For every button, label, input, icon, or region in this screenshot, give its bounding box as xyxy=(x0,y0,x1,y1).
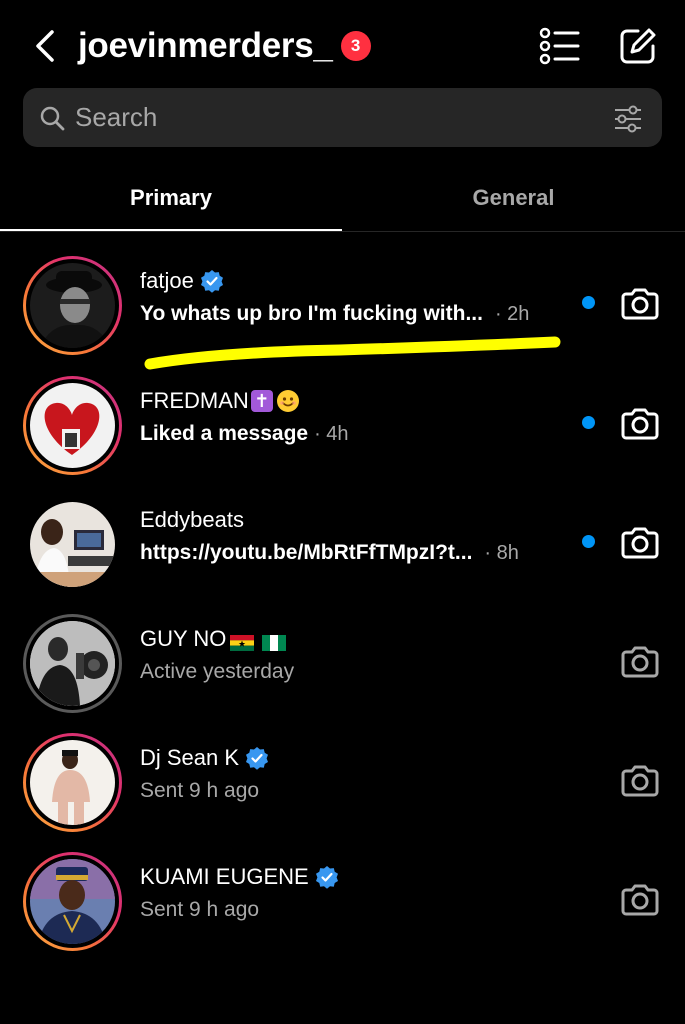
unread-dot xyxy=(582,416,595,429)
notification-badge: 3 xyxy=(340,31,371,61)
avatar-photo xyxy=(30,263,115,348)
avatar[interactable] xyxy=(23,852,122,951)
message-preview: Sent 9 h ago xyxy=(140,779,260,802)
thread-name-line: Dj Sean K xyxy=(140,745,269,771)
verified-badge-icon xyxy=(315,866,338,889)
thread-name: GUY NO xyxy=(140,626,227,651)
avatar-photo xyxy=(30,621,115,706)
thread-preview-line: Sent 9 h ago xyxy=(140,779,259,803)
thread-name: KUAMI EUGENE xyxy=(140,864,309,889)
thread-preview-line: Liked a message · 4h xyxy=(140,422,349,446)
search-input[interactable] xyxy=(75,88,595,147)
thread-row[interactable]: Dj Sean K Sent 9 h ago xyxy=(0,727,685,837)
avatar-photo xyxy=(30,383,115,468)
unread-dot xyxy=(582,296,595,309)
nigeria-flag-icon xyxy=(262,631,287,651)
message-time: · 4h xyxy=(314,422,349,445)
thread-name-line: GUY NO xyxy=(140,626,287,652)
message-preview: Active yesterday xyxy=(140,660,295,683)
thread-name: Eddybeats xyxy=(140,507,244,532)
unread-dot xyxy=(582,535,595,548)
thread-name-line: FREDMAN ✝ xyxy=(140,388,299,414)
avatar[interactable] xyxy=(23,733,122,832)
thread-name-line: fatjoe xyxy=(140,268,224,294)
tab-primary[interactable]: Primary xyxy=(0,165,342,231)
camera-icon[interactable] xyxy=(620,879,660,919)
avatar[interactable] xyxy=(23,256,122,355)
avatar[interactable] xyxy=(23,376,122,475)
camera-icon[interactable] xyxy=(620,760,660,800)
thread-preview-line: Sent 9 h ago xyxy=(140,898,259,922)
avatar[interactable] xyxy=(23,495,122,594)
search-icon xyxy=(40,106,65,131)
smiling-face-emoji-icon xyxy=(276,390,299,412)
compose-icon[interactable] xyxy=(618,26,658,66)
message-preview: Sent 9 h ago xyxy=(140,898,260,921)
thread-name: FREDMAN xyxy=(140,388,249,413)
header: joevinmerders_ 3 xyxy=(0,0,685,90)
thread-name-line: Eddybeats xyxy=(140,507,244,533)
avatar-photo xyxy=(30,740,115,825)
list-icon[interactable] xyxy=(538,26,580,66)
thread-name-line: KUAMI EUGENE xyxy=(140,864,339,890)
camera-icon[interactable] xyxy=(620,522,660,562)
thread-preview-line: Yo whats up bro I'm fucking with... · 2h xyxy=(140,302,529,326)
account-switcher[interactable]: joevinmerders_ 3 xyxy=(78,26,371,66)
thread-row[interactable]: Eddybeats https://youtu.be/MbRtFfTMpzI?t… xyxy=(0,489,685,599)
avatar-photo xyxy=(30,502,115,587)
camera-icon[interactable] xyxy=(620,641,660,681)
search-bar xyxy=(23,88,662,147)
camera-icon[interactable] xyxy=(620,403,660,443)
back-chevron-icon[interactable] xyxy=(30,26,60,66)
message-time: · 2h xyxy=(494,302,530,325)
verified-badge-icon xyxy=(246,747,269,770)
tabs-divider xyxy=(0,231,685,232)
verified-badge-icon xyxy=(200,270,223,293)
thread-name: Dj Sean K xyxy=(140,745,240,770)
tab-general[interactable]: General xyxy=(342,165,685,231)
filter-icon[interactable] xyxy=(613,104,643,134)
message-preview: Yo whats up bro I'm fucking with... xyxy=(140,302,483,325)
thread-row[interactable]: GUY NO Active yesterday xyxy=(0,608,685,718)
avatar[interactable] xyxy=(23,614,122,713)
thread-name: fatjoe xyxy=(140,268,194,293)
thread-preview-line: https://youtu.be/MbRtFfTMpzI?t... · 8h xyxy=(140,541,519,565)
thread-row[interactable]: FREDMAN ✝ Liked a message · 4h xyxy=(0,370,685,480)
latin-cross-emoji-icon: ✝ xyxy=(250,390,273,412)
account-username: joevinmerders_ xyxy=(78,26,333,65)
avatar-photo xyxy=(30,859,115,944)
message-preview: https://youtu.be/MbRtFfTMpzI?t... xyxy=(140,541,473,564)
highlight-underline xyxy=(144,336,561,370)
camera-icon[interactable] xyxy=(620,283,660,323)
inbox-tabs: Primary General xyxy=(0,165,685,233)
message-preview: Liked a message xyxy=(140,422,309,445)
thread-row[interactable]: KUAMI EUGENE Sent 9 h ago xyxy=(0,846,685,956)
message-time: · 8h xyxy=(484,541,519,564)
thread-preview-line: Active yesterday xyxy=(140,660,294,684)
ghana-flag-icon xyxy=(230,631,255,651)
